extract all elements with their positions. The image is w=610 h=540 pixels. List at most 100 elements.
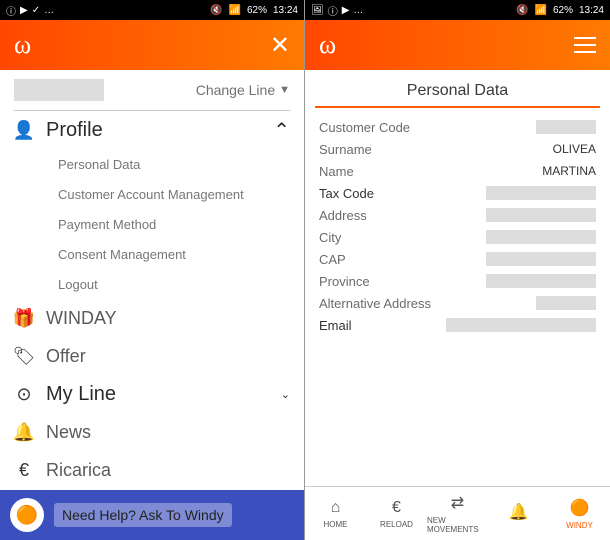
play-icon: ▶ bbox=[20, 5, 28, 16]
nav-movements[interactable]: ⇄ NEW MOVEMENTS bbox=[427, 487, 488, 540]
submenu-consent[interactable]: Consent Management bbox=[14, 239, 290, 269]
value-tax-code-redacted bbox=[486, 186, 596, 200]
nav-home-label: HOME bbox=[324, 520, 348, 529]
menu-news[interactable]: 🔔 News bbox=[14, 413, 290, 451]
nav-windy[interactable]: 🟠 WINDY bbox=[549, 487, 610, 540]
row-tax-code: Tax Code bbox=[319, 182, 596, 204]
label-cap: CAP bbox=[319, 252, 346, 267]
euro-circle-icon: € bbox=[392, 499, 401, 517]
euro-icon: € bbox=[14, 460, 34, 481]
submenu-customer-account[interactable]: Customer Account Management bbox=[14, 179, 290, 209]
value-name: MARTINA bbox=[542, 164, 596, 178]
mute-icon: 🔇 bbox=[516, 5, 528, 16]
label-address: Address bbox=[319, 208, 367, 223]
menu-profile-label: Profile bbox=[46, 119, 103, 142]
submenu-payment-method[interactable]: Payment Method bbox=[14, 209, 290, 239]
mute-icon: 🔇 bbox=[210, 5, 222, 16]
help-text: Need Help? Ask To Windy bbox=[54, 503, 232, 527]
row-email: Email bbox=[319, 314, 596, 336]
change-line-button[interactable]: Change Line ▼ bbox=[196, 82, 290, 98]
menu-profile[interactable]: 👤 Profile ⌃ bbox=[14, 111, 290, 149]
value-customer-code-redacted bbox=[536, 120, 596, 134]
row-address: Address bbox=[319, 204, 596, 226]
change-line-label: Change Line bbox=[196, 82, 275, 98]
close-icon[interactable]: ✕ bbox=[270, 31, 290, 60]
value-province-redacted bbox=[486, 274, 596, 288]
menu-winday[interactable]: 🎁 WINDAY bbox=[14, 299, 290, 337]
label-surname: Surname bbox=[319, 142, 372, 157]
row-alt-address: Alternative Address bbox=[319, 292, 596, 314]
value-cap-redacted bbox=[486, 252, 596, 266]
label-name: Name bbox=[319, 164, 354, 179]
menu-offer[interactable]: 🏷 Offer bbox=[14, 337, 290, 375]
bottom-nav: ⌂ HOME € RELOAD ⇄ NEW MOVEMENTS 🔔 🟠 WIND… bbox=[305, 486, 610, 540]
menu-myline-label: My Line bbox=[46, 383, 116, 406]
value-city-redacted bbox=[486, 230, 596, 244]
label-alt-address: Alternative Address bbox=[319, 296, 431, 311]
nav-reload-label: RELOAD bbox=[380, 520, 413, 529]
windy-icon: 🟠 bbox=[570, 498, 590, 518]
wind-logo-icon: ω bbox=[14, 30, 31, 60]
app-header: ω ✕ bbox=[0, 20, 304, 70]
bell-icon: 🔔 bbox=[14, 422, 34, 443]
app-header: ω bbox=[305, 20, 610, 70]
home-icon: ⌂ bbox=[331, 499, 341, 517]
row-city: City bbox=[319, 226, 596, 248]
gift-icon: 🎁 bbox=[14, 308, 34, 329]
chevron-down-icon: ▼ bbox=[279, 84, 290, 96]
hamburger-icon[interactable] bbox=[574, 37, 596, 53]
value-surname: OLIVEA bbox=[553, 142, 596, 156]
page-title: Personal Data bbox=[407, 82, 508, 100]
chevron-down-icon: ⌄ bbox=[281, 388, 290, 401]
signal-icon: 📶 bbox=[535, 5, 547, 16]
windy-avatar-icon: 🟠 bbox=[10, 498, 44, 532]
nav-reload[interactable]: € RELOAD bbox=[366, 487, 427, 540]
nav-windy-label: WINDY bbox=[566, 521, 593, 530]
label-city: City bbox=[319, 230, 341, 245]
value-address-redacted bbox=[486, 208, 596, 222]
help-bar[interactable]: 🟠 Need Help? Ask To Windy bbox=[0, 490, 304, 540]
menu-ricarica-label: Ricarica bbox=[46, 460, 111, 481]
status-bar: 🖼 ⓘ ▶ … 🔇 📶 62% 13:24 bbox=[305, 0, 610, 20]
nav-home[interactable]: ⌂ HOME bbox=[305, 487, 366, 540]
bell-icon: 🔔 bbox=[509, 502, 529, 522]
info-icon: ⓘ bbox=[6, 3, 16, 18]
label-customer-code: Customer Code bbox=[319, 120, 410, 135]
wind-logo-icon: ω bbox=[319, 30, 336, 60]
label-tax-code: Tax Code bbox=[319, 186, 374, 201]
value-email-redacted bbox=[446, 318, 596, 332]
signal-icon: 📶 bbox=[229, 5, 241, 16]
battery-text: 62% bbox=[553, 5, 573, 16]
label-province: Province bbox=[319, 274, 370, 289]
more-icon: … bbox=[353, 5, 363, 16]
menu-myline[interactable]: ⊙ My Line ⌄ bbox=[14, 375, 290, 413]
arrows-icon: ⇄ bbox=[451, 493, 464, 513]
status-bar: ⓘ ▶ ✓ … 🔇 📶 62% 13:24 bbox=[0, 0, 304, 20]
time-text: 13:24 bbox=[579, 5, 604, 16]
nav-notifications[interactable]: 🔔 bbox=[488, 487, 549, 540]
value-alt-address-redacted bbox=[536, 296, 596, 310]
more-icon: … bbox=[44, 5, 54, 16]
row-cap: CAP bbox=[319, 248, 596, 270]
nav-movements-label: NEW MOVEMENTS bbox=[427, 516, 488, 534]
submenu-logout[interactable]: Logout bbox=[14, 269, 290, 299]
battery-text: 62% bbox=[247, 5, 267, 16]
menu-offer-label: Offer bbox=[46, 346, 86, 367]
menu-ricarica[interactable]: € Ricarica bbox=[14, 451, 290, 489]
submenu-personal-data[interactable]: Personal Data bbox=[14, 149, 290, 179]
row-name: Name MARTINA bbox=[319, 160, 596, 182]
profile-icon: 👤 bbox=[14, 120, 34, 141]
row-customer-code: Customer Code bbox=[319, 116, 596, 138]
dots-icon: ⊙ bbox=[14, 384, 34, 405]
account-number-redacted bbox=[14, 79, 104, 101]
tag-icon: 🏷 bbox=[14, 346, 34, 367]
time-text: 13:24 bbox=[273, 5, 298, 16]
row-surname: Surname OLIVEA bbox=[319, 138, 596, 160]
chevron-up-icon: ⌃ bbox=[273, 118, 290, 143]
row-province: Province bbox=[319, 270, 596, 292]
check-icon: ✓ bbox=[32, 5, 40, 16]
image-icon: 🖼 bbox=[311, 5, 324, 16]
menu-winday-label: WINDAY bbox=[46, 308, 117, 329]
info-icon: ⓘ bbox=[328, 3, 338, 18]
menu-news-label: News bbox=[46, 422, 91, 443]
